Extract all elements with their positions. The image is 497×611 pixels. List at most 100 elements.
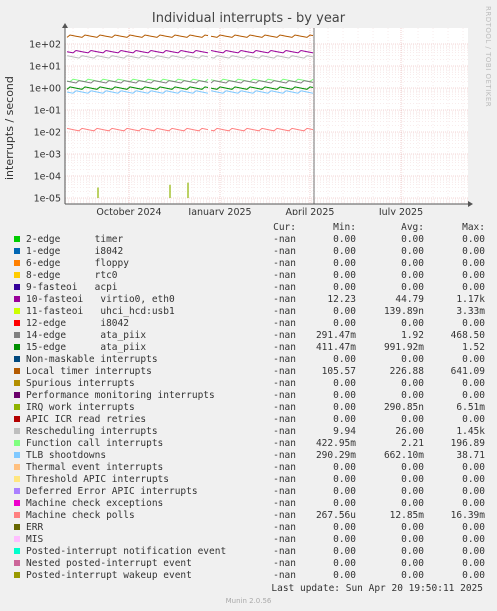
legend-row: 9-fasteoi acpi -nan 0.00 0.00 0.00	[12, 282, 492, 294]
legend-avg: 290.85n	[383, 402, 424, 413]
legend-cur: -nan	[273, 378, 296, 389]
y-tick-label: 1e-03	[34, 150, 61, 161]
legend-swatch	[14, 260, 20, 266]
legend-series-name: Local timer interrupts	[26, 366, 152, 377]
legend-avg: 0.00	[401, 234, 424, 245]
legend-cur: -nan	[273, 318, 296, 329]
legend-avg: 0.00	[401, 534, 424, 545]
legend-swatch	[14, 284, 20, 290]
legend-min: 0.00	[333, 414, 356, 425]
legend-row: Posted-interrupt wakeup event -nan 0.00 0.0…	[12, 570, 492, 582]
x-tick-label: July 2025	[378, 207, 423, 215]
legend-avg: 991.92m	[383, 342, 424, 353]
legend-swatch	[14, 392, 20, 398]
legend-series-name: Spurious interrupts	[26, 378, 135, 389]
legend-series-name: MIS	[26, 534, 44, 545]
legend-cur: -nan	[273, 534, 296, 545]
legend-avg: 0.00	[401, 270, 424, 281]
legend-series-name: Performance monitoring interrupts	[26, 390, 215, 401]
legend-avg: 0.00	[401, 282, 424, 293]
legend-max: 0.00	[462, 558, 485, 569]
legend-cur: -nan	[273, 570, 296, 581]
legend-swatch	[14, 428, 20, 434]
legend-cur: -nan	[273, 294, 296, 305]
legend-cur: -nan	[273, 426, 296, 437]
y-tick-label: 1e-05	[34, 194, 61, 205]
legend-min: 12.23	[327, 294, 356, 305]
legend-series-name: APIC ICR read retries	[26, 414, 147, 425]
legend-rows: 2-edge timer -nan 0.00 0.00 0.00 1-edge i8042…	[12, 234, 492, 582]
legend-cur: -nan	[273, 438, 296, 449]
legend-swatch	[14, 572, 20, 578]
legend-row: 1-edge i8042 -nan 0.00 0.00 0.00	[12, 246, 492, 258]
legend-row: 12-edge i8042 -nan 0.00 0.00 0.00	[12, 318, 492, 330]
legend-min: 290.29m	[315, 450, 356, 461]
legend-min: 0.00	[333, 546, 356, 557]
legend-series-name: 1-edge i8042	[26, 246, 124, 257]
y-tick-label: 1e-02	[34, 128, 61, 139]
plot-background	[65, 28, 468, 204]
legend-min: 291.47m	[315, 330, 356, 341]
y-tick-label: 1e+02	[29, 40, 61, 51]
legend-series-name: 12-edge i8042	[26, 318, 129, 329]
legend-series-name: Deferred Error APIC interrupts	[26, 486, 198, 497]
legend-row: Thermal event interrupts -nan 0.00 0.00 0.00	[12, 462, 492, 474]
legend-avg: 26.00	[395, 426, 424, 437]
legend-series-name: 11-fasteoi uhci_hcd:usb1	[26, 306, 175, 317]
legend-avg: 2.21	[401, 438, 424, 449]
legend-swatch	[14, 488, 20, 494]
legend-row: ERR -nan 0.00 0.00 0.00	[12, 522, 492, 534]
legend-row: Rescheduling interrupts -nan 9.94 26.00 1.45…	[12, 426, 492, 438]
legend-swatch	[14, 248, 20, 254]
legend-avg: 0.00	[401, 486, 424, 497]
legend-swatch	[14, 236, 20, 242]
legend-max: 0.00	[462, 390, 485, 401]
legend-swatch	[14, 452, 20, 458]
legend-swatch	[14, 272, 20, 278]
last-update: Last update: Sun Apr 20 19:50:11 2025	[271, 583, 483, 594]
legend-cur: -nan	[273, 246, 296, 257]
col-avg-header: Avg:	[401, 222, 424, 233]
legend-row: Spurious interrupts -nan 0.00 0.00 0.00	[12, 378, 492, 390]
legend-swatch	[14, 380, 20, 386]
legend-avg: 662.10m	[383, 450, 424, 461]
y-tick-label: 1e-04	[34, 172, 61, 183]
col-cur-header: Cur:	[273, 222, 296, 233]
legend-max: 1.45k	[456, 426, 485, 437]
legend-min: 0.00	[333, 270, 356, 281]
legend-row: Performance monitoring interrupts -nan 0.0…	[12, 390, 492, 402]
legend-swatch	[14, 416, 20, 422]
legend-cur: -nan	[273, 498, 296, 509]
legend-cur: -nan	[273, 354, 296, 365]
legend-max: 0.00	[462, 498, 485, 509]
y-axis-arrow	[62, 23, 68, 28]
legend-min: 0.00	[333, 390, 356, 401]
legend-max: 3.33m	[456, 306, 485, 317]
legend-max: 0.00	[462, 474, 485, 485]
legend-min: 0.00	[333, 378, 356, 389]
legend-swatch	[14, 512, 20, 518]
legend-swatch	[14, 500, 20, 506]
legend-cur: -nan	[273, 486, 296, 497]
legend-max: 0.00	[462, 270, 485, 281]
legend-cur: -nan	[273, 306, 296, 317]
legend-max: 0.00	[462, 570, 485, 581]
legend-row: 15-edge ata_piix -nan 411.47m 991.92m 1.52	[12, 342, 492, 354]
legend-min: 105.57	[321, 366, 356, 377]
x-tick-label: October 2024	[96, 207, 161, 215]
legend-min: 0.00	[333, 282, 356, 293]
legend-max: 0.00	[462, 282, 485, 293]
legend-series-name: 14-edge ata_piix	[26, 330, 147, 341]
legend-series-name: Posted-interrupt wakeup event	[26, 570, 192, 581]
legend-series-name: Thermal event interrupts	[26, 462, 164, 473]
y-tick-label: 1e-01	[34, 106, 61, 117]
legend-avg: 0.00	[401, 474, 424, 485]
legend-swatch	[14, 548, 20, 554]
x-tick-label: January 2025	[187, 207, 251, 215]
legend-swatch	[14, 524, 20, 530]
legend-avg: 0.00	[401, 390, 424, 401]
legend-cur: -nan	[273, 270, 296, 281]
legend-row: Local timer interrupts -nan 105.57 226.88 64…	[12, 366, 492, 378]
legend-avg: 0.00	[401, 558, 424, 569]
legend-series-name: Non-maskable interrupts	[26, 354, 158, 365]
